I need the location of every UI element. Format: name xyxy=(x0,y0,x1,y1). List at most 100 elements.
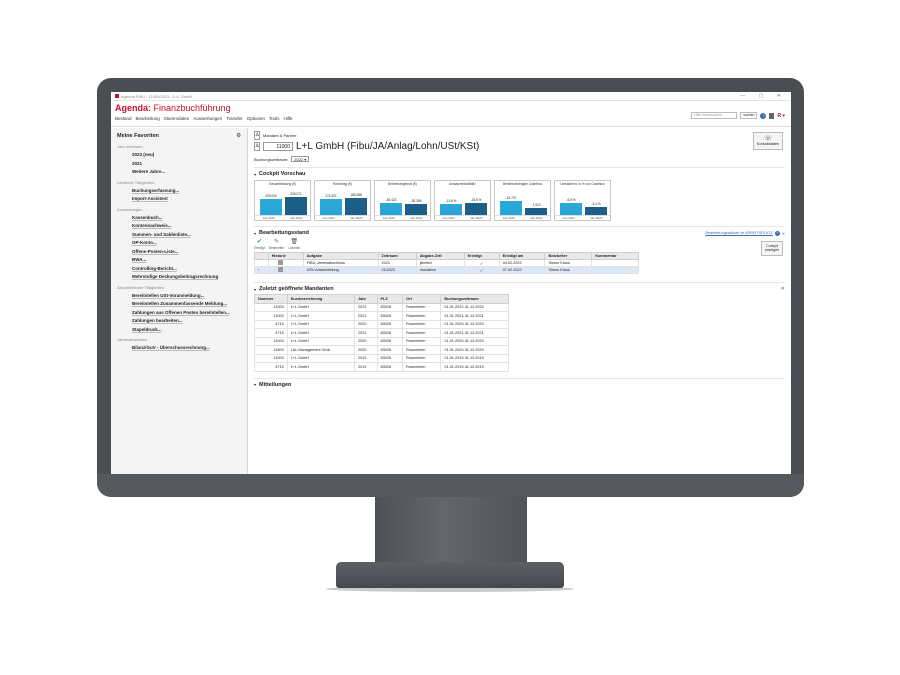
history-icon[interactable] xyxy=(277,260,283,265)
kpi-tile[interactable]: Betriebsergebnis (€) -36.423 -35.306 Jan 20… xyxy=(374,180,431,221)
status-section-header[interactable]: ▾ Bearbeitungsstand Bearbeitungsstände i… xyxy=(254,226,785,236)
calculator-icon[interactable] xyxy=(769,112,775,119)
table-row[interactable]: 11500 L&L Management Gmb 2020 83026 Rosenhei… xyxy=(254,345,509,355)
sidebar-item[interactable]: Zahlungen bearbeiten... xyxy=(117,317,241,326)
person-icon[interactable]: ♙ xyxy=(254,131,260,140)
help-search-input[interactable]: Hilfe durchsuchen xyxy=(691,112,738,119)
column-header[interactable]: Bearbeiter xyxy=(544,252,593,260)
sidebar-item[interactable]: Kassenbuch... xyxy=(117,214,241,223)
table-row[interactable]: FIBU-Jahresabschluss 2021 jährlich ✓ 04.02.2… xyxy=(254,259,639,267)
menu-item[interactable]: Tools xyxy=(269,116,280,121)
sidebar-item[interactable]: Kontennachweis... xyxy=(117,222,241,231)
sidebar-group-label[interactable]: Jahresabschluss xyxy=(117,337,241,342)
sidebar-item[interactable]: 2021 xyxy=(117,160,241,169)
sidebar-group-label[interactable]: Auswertungen xyxy=(117,207,241,212)
column-header[interactable]: Erledigt xyxy=(463,252,500,260)
contact-button[interactable]: ☏ Kontaktdaten xyxy=(753,132,783,150)
table-row[interactable]: › USt-Voranmeldung 01/2022 monatlich ✓ 07.02.… xyxy=(254,266,639,274)
table-row[interactable]: 11000 L+L GmbH 2020 83026 Rosenheim 01.01.202… xyxy=(254,336,509,346)
table-cell: Rosenheim xyxy=(402,302,442,312)
help-icon[interactable]: ? xyxy=(774,230,780,236)
edit-button[interactable]: ✎ Bearbeiten xyxy=(269,239,284,250)
messages-section-header[interactable]: ▾ Mitteilungen xyxy=(254,377,785,388)
kpi-tile[interactable]: Umsatzrent. in % von Cashflow -6,5 % -3,4 … xyxy=(554,180,611,221)
table-cell: L+L GmbH xyxy=(286,328,356,338)
kpi-bar-right: 225.071 xyxy=(285,192,307,215)
table-row[interactable]: 11000 L+L GmbH 2021 83026 Rosenheim 01.01.202… xyxy=(254,311,509,321)
sidebar-item[interactable]: Import-Assistent xyxy=(117,195,241,204)
sidebar-item[interactable]: BWA... xyxy=(117,256,241,265)
table-row[interactable]: 4715 L+L GmbH 2021 83026 Rosenheim 01.01.2021… xyxy=(254,328,509,338)
menu-item[interactable]: Optionen xyxy=(247,116,265,121)
sidebar-item[interactable]: Bereitstellen USt-Voranmeldung... xyxy=(117,292,241,301)
column-header[interactable]: Erledigt am xyxy=(498,252,546,260)
collapse-icon[interactable]: ▾ xyxy=(254,382,256,387)
sidebar-item[interactable]: Bereitstellen Zusammenfassende Meldung..… xyxy=(117,300,241,309)
column-header[interactable]: Buchungszeitraum xyxy=(440,294,509,304)
collapse-icon[interactable]: ▾ xyxy=(254,172,256,177)
history-cell[interactable] xyxy=(267,259,304,267)
sidebar-item[interactable]: Weitere Jahre... xyxy=(117,168,241,177)
collapse-icon[interactable]: ▾ xyxy=(254,231,256,236)
column-header[interactable]: Zeitraum xyxy=(377,252,417,260)
delete-button[interactable]: 🗑 Löschen xyxy=(288,239,300,250)
column-header[interactable]: Kurzbezeichnung xyxy=(286,294,356,304)
sidebar-item[interactable]: Buchungserfassung... xyxy=(117,187,241,196)
close-icon[interactable]: ✕ xyxy=(782,231,785,236)
gear-icon[interactable]: ⚙ xyxy=(236,133,241,139)
column-header[interactable]: Nummer xyxy=(254,294,288,304)
table-row[interactable]: 4715 L+L GmbH 2019 83026 Rosenheim 01.01.2019… xyxy=(254,362,509,372)
cockpit-show-button[interactable]: Cockpit anzeigen xyxy=(761,241,783,256)
menu-item[interactable]: Auswertungen xyxy=(193,116,222,121)
history-icon[interactable] xyxy=(277,267,283,272)
cockpit-section-header[interactable]: ▾ Cockpit Vorschau xyxy=(254,167,785,177)
sidebar-item[interactable]: Summen- und Saldenliste... xyxy=(117,231,241,240)
period-select[interactable]: 2022 ▾ xyxy=(291,156,310,162)
table-row[interactable]: 11000 L+L GmbH 2019 83026 Rosenheim 01.01.201… xyxy=(254,353,509,363)
history-cell[interactable] xyxy=(267,266,304,274)
column-header[interactable]: Abgabe-Zeit xyxy=(415,252,465,260)
collapse-icon[interactable]: ▾ xyxy=(254,287,256,292)
column-header[interactable]: Historie xyxy=(267,252,304,260)
help-icon[interactable]: ? xyxy=(760,112,767,119)
sidebar-item[interactable]: Offene-Posten-Liste... xyxy=(117,248,241,257)
user-menu-icon[interactable]: R ▾ xyxy=(777,113,785,119)
menu-item[interactable]: Transfer xyxy=(226,116,243,121)
sidebar-item[interactable]: Bilanz/GuV - Überschussrechnung... xyxy=(117,344,241,353)
column-header[interactable]: Ort xyxy=(402,294,442,304)
sidebar-item[interactable]: Zahlungen aus Offenen Posten bereitstell… xyxy=(117,309,241,318)
menu-item[interactable]: Bestand xyxy=(115,116,132,121)
sidebar-group-label[interactable]: Jahr wechseln xyxy=(117,144,241,149)
column-header[interactable]: Aufgabe xyxy=(302,252,379,260)
help-search-button[interactable]: suchen xyxy=(740,112,758,119)
recent-clients-title: Zuletzt geöffnete Mandanten xyxy=(259,286,334,292)
table-row[interactable]: 4715 L+L GmbH 2020 83026 Rosenheim 01.01.2020… xyxy=(254,319,509,329)
menu-item[interactable]: Stammdaten xyxy=(164,116,190,121)
column-header-select[interactable] xyxy=(254,252,269,260)
column-header[interactable]: PLZ xyxy=(376,294,404,304)
done-button[interactable]: ✔ Erledigt xyxy=(254,239,265,250)
column-header[interactable]: Kommentar xyxy=(591,252,639,260)
sidebar-item[interactable]: OP-Konto... xyxy=(117,239,241,248)
sidebar-item[interactable]: Mehrstufige Deckungsbeitragsrechnung xyxy=(117,273,241,282)
kpi-tile[interactable]: Umsatzrentabilität I -13,6 % -15,9 % Jan 20… xyxy=(434,180,491,221)
column-header[interactable]: Jahr xyxy=(354,294,378,304)
kpi-tile[interactable]: Rohertrag (€) 174.321 185.088 Jan 2021 Jan 2… xyxy=(314,180,371,221)
sidebar-item[interactable]: 2023 (neu) xyxy=(117,151,241,160)
client-number-field[interactable]: 11000 xyxy=(263,142,293,151)
person-icon[interactable]: ♙ xyxy=(254,142,260,151)
sidebar-item[interactable]: Controlling-Bericht... xyxy=(117,265,241,274)
close-icon[interactable]: ✕ xyxy=(781,286,785,292)
recent-clients-section-header[interactable]: ▾ Zuletzt geöffnete Mandanten ✕ xyxy=(254,282,785,292)
sidebar-group-label[interactable]: Laufende Tätigkeiten xyxy=(117,180,241,185)
table-row[interactable]: 11000 L+L GmbH 2022 83026 Rosenheim 01.01.202… xyxy=(254,302,509,312)
sidebar-group-label[interactable]: Abschließende Tätigkeiten xyxy=(117,285,241,290)
window-controls[interactable]: — ▢ ✕ xyxy=(740,93,787,99)
workplace-link[interactable]: Bearbeitungsstände im ARBEITSPLATZ xyxy=(705,231,772,235)
table-cell: L+L GmbH xyxy=(286,311,356,321)
sidebar-item[interactable]: Stapeldruck... xyxy=(117,326,241,335)
kpi-tile[interactable]: Gesamtleistung (€) 209.000 225.071 Jan 2021… xyxy=(254,180,311,221)
kpi-tile[interactable]: Betriebsbedingter Cashflow -15.707 -7.012 J… xyxy=(494,180,551,221)
menu-item[interactable]: Bearbeitung xyxy=(136,116,160,121)
menu-item[interactable]: Hilfe xyxy=(283,116,292,121)
